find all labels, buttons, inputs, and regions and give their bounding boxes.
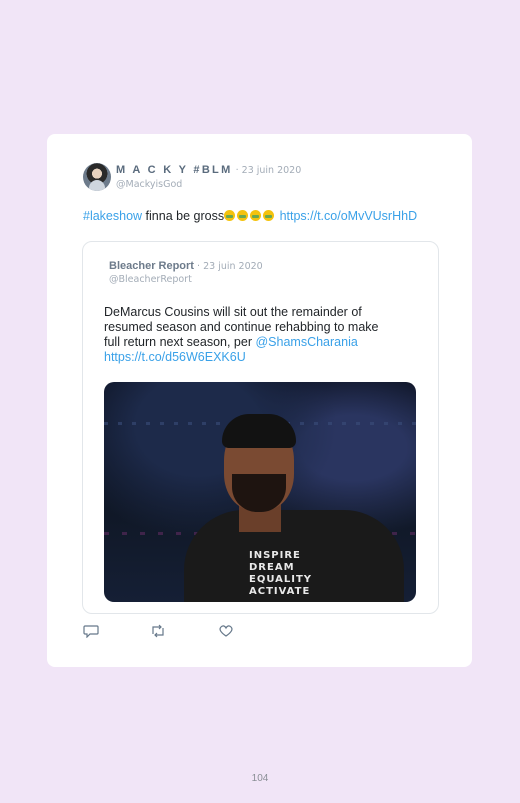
quoted-author: Bleacher Report · 23 juin 2020 @Bleacher…: [109, 260, 263, 286]
hashtag-link[interactable]: #lakeshow: [83, 209, 142, 223]
page-number: 104: [251, 773, 269, 784]
quoted-link-line: https://t.co/d56W6EXK6U: [104, 350, 414, 365]
quoted-author-name[interactable]: Bleacher Report: [109, 260, 194, 272]
nauseated-face-icon: [250, 210, 262, 221]
quoted-text-line: DeMarcus Cousins will sit out the remain…: [104, 305, 362, 319]
quoted-date[interactable]: · 23 juin 2020: [197, 261, 263, 272]
reply-icon[interactable]: [83, 624, 99, 638]
tweet-card: M A C K Y #BLM · 23 juin 2020 @MackyisGo…: [47, 134, 472, 667]
tweet-link[interactable]: https://t.co/oMvVUsrHhD: [280, 209, 418, 223]
nauseated-face-icon: [263, 210, 275, 221]
heart-icon[interactable]: [218, 624, 234, 638]
tweet-text: #lakeshow finna be gross https://t.co/oM…: [83, 209, 417, 223]
avatar[interactable]: [83, 163, 111, 191]
tweet-date[interactable]: · 23 juin 2020: [236, 165, 302, 176]
quoted-text-line: full return next season, per @ShamsChara…: [104, 335, 358, 349]
nauseated-face-icon: [224, 210, 236, 221]
quoted-tweet[interactable]: Bleacher Report · 23 juin 2020 @Bleacher…: [82, 241, 439, 614]
retweet-icon[interactable]: [150, 624, 166, 638]
media-image[interactable]: INSPIRE DREAM EQUALITY ACTIVATE: [104, 382, 416, 602]
author-name[interactable]: M A C K Y #BLM: [116, 164, 233, 176]
quoted-text-line: resumed season and continue rehabbing to…: [104, 320, 379, 334]
quoted-author-handle[interactable]: @BleacherReport: [109, 273, 263, 286]
quoted-link[interactable]: https://t.co/d56W6EXK6U: [104, 350, 246, 364]
player-durag: [222, 414, 296, 448]
quoted-text: DeMarcus Cousins will sit out the remain…: [104, 305, 414, 365]
author-handle[interactable]: @MackyisGod: [116, 178, 301, 191]
nauseated-face-icon: [237, 210, 249, 221]
shirt-print: INSPIRE DREAM EQUALITY ACTIVATE: [249, 550, 313, 597]
tweet-body: finna be gross: [142, 209, 225, 223]
tweet-author: M A C K Y #BLM · 23 juin 2020 @MackyisGo…: [116, 164, 301, 191]
mention-link[interactable]: @ShamsCharania: [255, 335, 357, 349]
